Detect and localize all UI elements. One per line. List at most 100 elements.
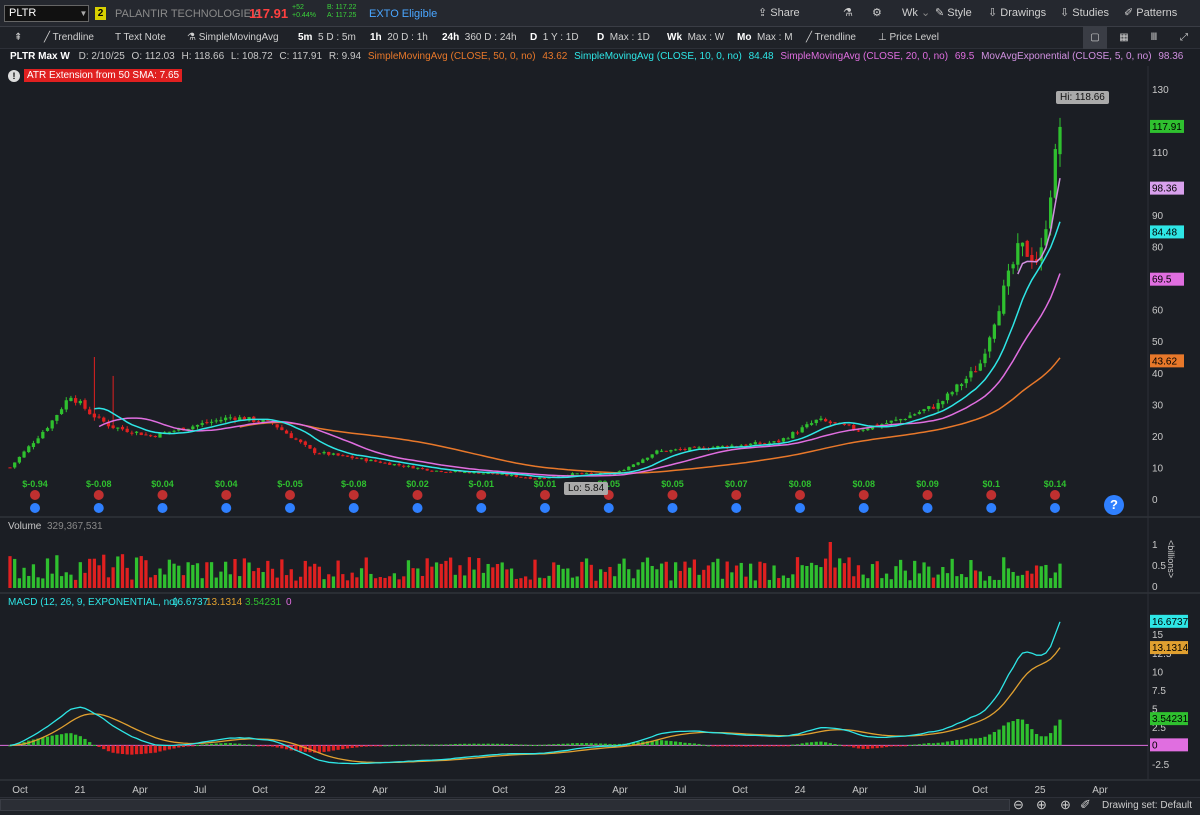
macd-histogram-bar	[139, 745, 143, 755]
volume-tick: 1	[1152, 540, 1158, 551]
candle-body	[167, 431, 172, 433]
volume-bar	[116, 556, 120, 588]
macd-histogram-bar	[791, 744, 795, 746]
macd-histogram-bar	[55, 734, 59, 746]
time-tick: Jul	[914, 785, 927, 796]
candle-body	[791, 432, 795, 439]
candle-body	[631, 464, 636, 467]
time-tick: Apr	[132, 785, 148, 796]
macd-histogram-bar	[181, 745, 186, 748]
candle-body	[523, 477, 528, 479]
time-tick: Oct	[732, 785, 748, 796]
drawing-set-label[interactable]: Drawing set: Default	[1102, 800, 1192, 811]
candle-body	[659, 450, 664, 452]
macd-histogram-bar	[959, 739, 964, 746]
candle-body	[125, 428, 129, 433]
volume-bar	[697, 574, 701, 588]
help-icon[interactable]: ?	[1104, 495, 1124, 515]
volume-bar	[181, 575, 186, 588]
volume-bar	[59, 576, 64, 588]
volume-bar	[223, 561, 228, 588]
volume-bar	[688, 567, 692, 588]
candle-body	[645, 457, 650, 460]
macd-histogram-bar	[603, 743, 607, 746]
volume-bar	[528, 579, 532, 588]
volume-bar	[1002, 557, 1006, 588]
volume-bar	[27, 575, 31, 588]
drawing-set-icon[interactable]: ✐	[1080, 797, 1091, 813]
candle-body	[655, 450, 659, 454]
macd-histogram-bar	[97, 745, 101, 747]
candle-body	[627, 466, 631, 471]
volume-bar	[833, 567, 837, 588]
volume-bar	[458, 565, 462, 588]
macd-histogram-bar	[434, 744, 439, 746]
macd-histogram-bar	[683, 742, 687, 746]
candle-body	[402, 465, 406, 467]
macd-histogram-bar	[1034, 734, 1039, 746]
volume-bar	[214, 577, 218, 588]
candle-body	[392, 464, 397, 466]
high-bubble: Hi: 118.66	[1056, 91, 1109, 104]
zoom-in-icon[interactable]: ⊕	[1036, 797, 1047, 813]
macd-histogram-bar	[992, 731, 997, 746]
candle-body	[153, 436, 157, 438]
volume-bar	[491, 567, 495, 588]
macd-histogram-bar	[556, 743, 561, 746]
macd-histogram-bar	[444, 744, 448, 746]
earnings-icon	[540, 490, 550, 500]
chart-scrollbar[interactable]	[0, 799, 1010, 811]
alert-icon[interactable]: !	[8, 70, 20, 82]
price-tick: 60	[1152, 306, 1164, 317]
earnings-icon	[667, 490, 678, 500]
macd-histogram-bar	[78, 736, 82, 746]
volume-bar	[889, 579, 893, 588]
price-badge-text: 69.5	[1152, 275, 1172, 286]
candle-body	[219, 419, 223, 422]
macd-histogram-bar	[448, 744, 453, 746]
candle-body	[931, 406, 936, 409]
volume-bar	[683, 561, 687, 588]
macd-histogram-bar	[373, 745, 378, 747]
candle-body	[364, 458, 368, 462]
volume-bar	[603, 571, 607, 588]
volume-bar	[205, 562, 209, 588]
candle-body	[27, 446, 31, 453]
price-panel[interactable]	[0, 66, 1148, 516]
candle-body	[692, 446, 697, 448]
crosshair-icon[interactable]: ⊕	[1060, 797, 1071, 813]
volume-bar	[584, 558, 589, 588]
volume-bar	[373, 578, 378, 588]
volume-bar	[125, 567, 129, 588]
macd-histogram-bar	[547, 744, 551, 746]
price-chart[interactable]: $-0.94 $-0.08 $0.04 $0.04 $-0.05 $-0.08 $0.02 $…	[0, 0, 1200, 815]
candle-body	[116, 427, 120, 429]
candle-body	[205, 422, 209, 424]
volume-bar	[866, 578, 870, 588]
zoom-out-icon[interactable]: ⊖	[1013, 797, 1024, 813]
volume-bar	[41, 578, 45, 588]
macd-tick: -2.5	[1152, 760, 1170, 771]
volume-bar	[880, 578, 884, 588]
macd-avg: 13.1314	[206, 597, 243, 608]
macd-histogram-bar	[552, 744, 556, 746]
volume-bar	[425, 558, 429, 588]
earnings-icon	[221, 490, 232, 500]
macd-histogram-bar	[964, 739, 968, 746]
macd-histogram-bar	[913, 744, 917, 746]
candle-body	[584, 472, 589, 474]
time-tick: Apr	[372, 785, 388, 796]
time-tick: 23	[554, 785, 566, 796]
macd-histogram-bar	[847, 745, 851, 747]
volume-bar	[284, 575, 289, 588]
candle-body	[69, 397, 73, 402]
candle-body	[519, 476, 523, 478]
macd-histogram-bar	[345, 745, 350, 749]
macd-histogram-bar	[266, 745, 270, 747]
macd-histogram-bar	[495, 743, 500, 746]
candle-body	[950, 392, 954, 395]
macd-histogram-bar	[519, 744, 523, 746]
volume-bar	[903, 570, 907, 588]
volume-bar	[64, 572, 68, 588]
volume-bar	[861, 574, 865, 588]
